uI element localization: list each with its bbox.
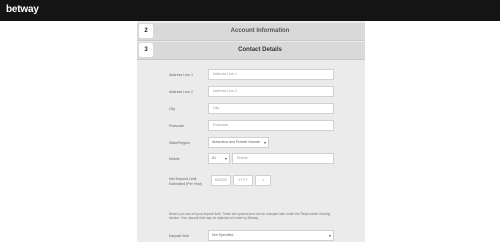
city-label: City: [169, 107, 176, 111]
deposit-period-select[interactable]: Not Specified ▾: [208, 230, 334, 241]
deposit-period-label: Deposit limit: [169, 234, 189, 238]
country-code-value: 61: [212, 156, 216, 160]
deposit-limit-label: Net Deposit Limit Estimated (Per Year): [169, 177, 203, 186]
step-number: 2: [139, 24, 153, 38]
deposit-year-input[interactable]: 1: [255, 175, 271, 186]
betway-logo[interactable]: betway: [6, 4, 39, 15]
deposit-month-input[interactable]: YYYY: [233, 175, 253, 186]
step-title: Contact Details: [238, 47, 282, 53]
address-line-2-label: Address Line 2: [169, 90, 193, 94]
step-contact-details[interactable]: 3 Contact Details: [137, 42, 365, 60]
step-number: 3: [139, 43, 153, 57]
postcode-input[interactable]: Postcode: [208, 120, 334, 131]
country-code-select[interactable]: 61 ▾: [208, 153, 230, 164]
top-navigation-bar: betway: [0, 0, 500, 21]
address-line-1-input[interactable]: Address Line 1: [208, 69, 334, 80]
chevron-down-icon: ▾: [224, 156, 227, 161]
deposit-period-value: Not Specified: [212, 233, 234, 237]
state-region-label: State/Region: [169, 141, 190, 145]
step-title: Account Information: [230, 28, 290, 34]
state-region-select[interactable]: Antarctica and Robbie Islands ▾: [208, 137, 269, 148]
postcode-label: Postcode: [169, 124, 184, 128]
deposit-day-input[interactable]: MM/DD: [211, 175, 231, 186]
city-input[interactable]: City: [208, 103, 334, 114]
mobile-label: Mobile: [169, 157, 180, 161]
mobile-input[interactable]: Mobile: [232, 153, 334, 164]
chevron-down-icon: ▾: [328, 233, 331, 238]
registration-panel: 2 Account Information 3 Contact Details …: [137, 21, 365, 242]
state-region-value: Antarctica and Robbie Islands: [212, 140, 260, 144]
step-account-information[interactable]: 2 Account Information: [137, 23, 365, 41]
deposit-limit-notice: Before you can set your deposit limit. T…: [169, 212, 331, 221]
address-line-1-label: Address Line 1: [169, 73, 193, 77]
chevron-down-icon: ▾: [263, 140, 266, 145]
address-line-2-input[interactable]: Address Line 2: [208, 86, 334, 97]
